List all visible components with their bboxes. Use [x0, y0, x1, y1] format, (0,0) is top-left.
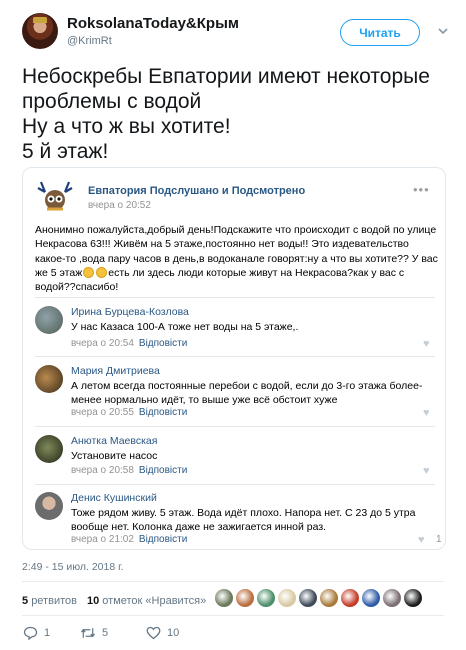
author-avatar[interactable] [22, 13, 58, 49]
commenter-avatar[interactable] [35, 492, 63, 520]
tweet-text-line: Ну а что ж вы хотите! [22, 115, 231, 138]
chevron-down-icon[interactable] [436, 24, 450, 38]
commenter-name[interactable]: Ирина Бурцева-Козлова [71, 306, 189, 318]
attached-image[interactable]: Евпатория Подслушано и Подсмотрено вчера… [22, 167, 446, 550]
divider [22, 615, 444, 616]
retweet-count: 5 [102, 627, 109, 639]
heart-icon [145, 625, 161, 641]
vk-post-header: Евпатория Подслушано и Подсмотрено вчера… [35, 178, 435, 218]
post-text-line: какое-то ,вода пару часов в день,в водок… [35, 252, 438, 265]
reply-count: 1 [44, 627, 51, 639]
post-time: вчера о 20:52 [88, 200, 151, 211]
comment: Ирина Бурцева-Козлова У нас Казаса 100-А… [35, 306, 435, 352]
tweet-date[interactable]: 2:49 - 15 июл. 2018 г. [22, 561, 124, 573]
comment-text: А летом всегда постоянные перебои с водо… [71, 380, 423, 406]
liker-avatar[interactable] [235, 588, 255, 608]
tweet-text-line: Небоскребы Евпатории имеют некоторые [22, 65, 430, 88]
like-button[interactable]: 10 [145, 625, 179, 641]
more-icon: ••• [413, 182, 430, 197]
reply-icon [22, 625, 38, 641]
divider [35, 484, 435, 485]
group-name[interactable]: Евпатория Подслушано и Подсмотрено [88, 185, 305, 197]
divider [22, 581, 444, 582]
reply-link[interactable]: Відповісти [139, 534, 187, 545]
liker-avatar[interactable] [319, 588, 339, 608]
comment-text: У нас Казаса 100-А тоже нет воды на 5 эт… [71, 321, 299, 333]
divider [35, 356, 435, 357]
tweet-stats: 5 ретвитов 10 отметок «Нравится» [22, 595, 206, 607]
post-text-line: же 5 этаж есть ли здесь люди которые живу… [35, 266, 405, 279]
liker-avatar[interactable] [403, 588, 423, 608]
retweet-icon [80, 625, 96, 641]
tweet-actions: 1 5 10 [22, 625, 442, 643]
liker-avatar[interactable] [214, 588, 234, 608]
reply-link[interactable]: Відповісти [139, 407, 187, 418]
comment: Анютка Маевская Установите насос вчера о… [35, 435, 435, 481]
commenter-name[interactable]: Мария Дмитриева [71, 365, 160, 377]
comment-meta: вчера о 21:02 Відповісти [71, 534, 188, 545]
like-heart-icon[interactable]: ♥ [423, 407, 435, 419]
tweet-header: RoksolanaToday&Крым @KrimRt Читать [22, 13, 452, 55]
comment-meta: вчера о 20:58 Відповісти [71, 465, 188, 476]
retweet-button[interactable]: 5 [80, 625, 108, 641]
comment-text: Тоже рядом живу. 5 этаж. Вода идёт плохо… [71, 507, 416, 533]
divider [35, 426, 435, 427]
liker-avatar[interactable] [340, 588, 360, 608]
comment: Мария Дмитриева А летом всегда постоянны… [35, 365, 435, 421]
like-heart-icon[interactable]: ♥ [418, 534, 430, 546]
comment-meta: вчера о 20:55 Відповісти [71, 407, 188, 418]
commenter-avatar[interactable] [35, 306, 63, 334]
liker-avatar[interactable] [382, 588, 402, 608]
liker-avatar[interactable] [361, 588, 381, 608]
emoji-icon [83, 266, 95, 278]
like-count: 1 [436, 534, 442, 545]
post-text-line: Некрасова 63!!! Живём на 5 этаже,постоян… [35, 238, 409, 251]
follow-button[interactable]: Читать [340, 19, 420, 46]
liker-avatar[interactable] [298, 588, 318, 608]
emoji-icon [96, 266, 108, 278]
comment-text: Установите насос [71, 450, 158, 462]
commenter-name[interactable]: Денис Кушинский [71, 492, 157, 504]
liker-avatar[interactable] [277, 588, 297, 608]
liker-avatar[interactable] [256, 588, 276, 608]
comment-meta: вчера о 20:54 Відповісти [71, 338, 188, 349]
post-text: Анонимно пожалуйста,добрый день!Подскажи… [35, 223, 438, 294]
commenter-avatar[interactable] [35, 365, 63, 393]
tweet-text-line: проблемы с водой [22, 90, 202, 113]
commenter-avatar[interactable] [35, 435, 63, 463]
commenter-name[interactable]: Анютка Маевская [71, 435, 157, 447]
tweet-text-line: 5 й этаж! [22, 140, 109, 163]
likes-stat[interactable]: 10 отметок «Нравится» [87, 595, 206, 607]
reply-button[interactable]: 1 [22, 625, 50, 641]
group-avatar-icon [37, 181, 73, 211]
like-count: 10 [167, 627, 180, 639]
reply-link[interactable]: Відповісти [139, 465, 187, 476]
divider [35, 297, 435, 298]
author-handle[interactable]: @KrimRt [67, 35, 112, 47]
like-heart-icon[interactable]: ♥ [423, 465, 435, 477]
retweets-stat[interactable]: 5 ретвитов [22, 595, 77, 607]
comment: Денис Кушинский Тоже рядом живу. 5 этаж.… [35, 492, 442, 548]
author-name[interactable]: RoksolanaToday&Крым [67, 15, 239, 32]
post-text-line: Анонимно пожалуйста,добрый день!Подскажи… [35, 224, 437, 236]
tweet-text: Небоскребы Евпатории имеют некоторые про… [22, 64, 452, 164]
reply-link[interactable]: Відповісти [139, 338, 187, 349]
post-text-line: водой??спасибо! [35, 281, 119, 294]
like-heart-icon[interactable]: ♥ [423, 338, 435, 350]
